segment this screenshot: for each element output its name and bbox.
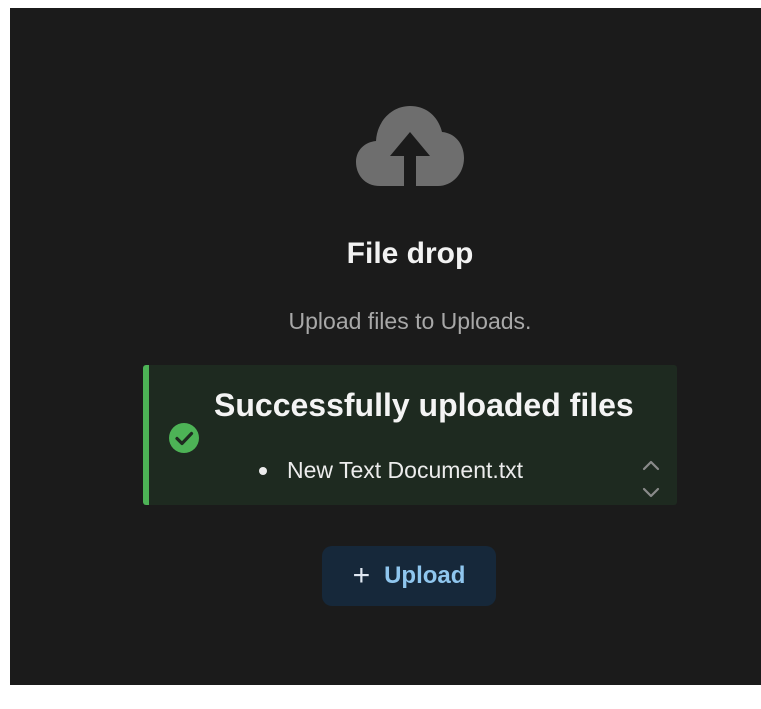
bullet-icon <box>259 466 267 475</box>
file-drop-subtitle: Upload files to Uploads. <box>288 308 532 334</box>
upload-button-label: Upload <box>384 562 466 589</box>
scroll-up-icon[interactable] <box>639 455 663 475</box>
upload-success-alert: Successfully uploaded files New Text Doc… <box>143 365 677 505</box>
uploaded-file-name: New Text Document.txt <box>287 457 524 483</box>
upload-button[interactable]: + Upload <box>322 546 496 606</box>
plus-icon: + <box>352 559 371 592</box>
file-drop-panel[interactable]: File drop Upload files to Uploads. Succe… <box>10 8 761 685</box>
check-circle-icon <box>169 423 199 453</box>
uploaded-file-item: New Text Document.txt <box>259 457 523 484</box>
file-drop-title: File drop <box>346 237 474 270</box>
alert-title: Successfully uploaded files <box>214 387 634 423</box>
cloud-upload-icon <box>356 106 464 188</box>
scroll-down-icon[interactable] <box>639 483 663 503</box>
uploaded-files-list: New Text Document.txt <box>259 457 523 484</box>
